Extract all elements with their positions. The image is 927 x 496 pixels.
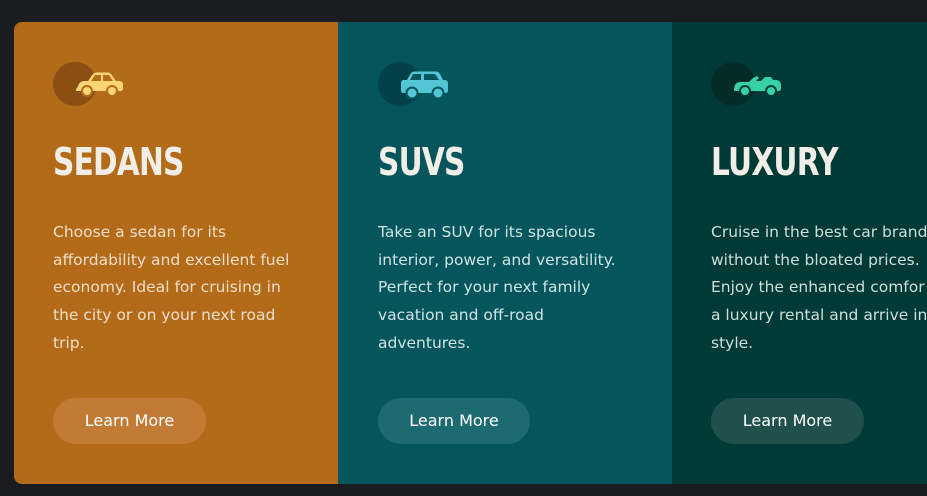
- card-title: LUXURY: [711, 140, 839, 184]
- card-title: SUVS: [378, 140, 465, 184]
- card-description-line: adventures.: [378, 333, 471, 352]
- sedans-card: SEDANS Choose a sedan for its affordabil…: [14, 22, 338, 484]
- card-description-line: Choose a sedan for its: [53, 223, 226, 241]
- suvs-learn-more-button[interactable]: Learn More: [378, 398, 530, 444]
- luxury-icon-badge: [711, 62, 783, 106]
- card-description-line: Cruise in the best car brand: [711, 223, 927, 241]
- card-description-line: interior, power, and versatility.: [378, 250, 616, 269]
- sedans-icon-badge: [53, 62, 125, 106]
- suv-car-icon: [401, 71, 448, 100]
- sedans-learn-more-button[interactable]: Learn More: [53, 398, 206, 444]
- card-description-line: without the bloated prices.: [711, 250, 920, 269]
- card-description-line: economy. Ideal for cruising in: [53, 278, 281, 297]
- card-description-line: the city or on your next road: [53, 306, 276, 325]
- card-description-line: affordability and excellent fuel: [53, 250, 290, 269]
- card-description-line: trip.: [53, 333, 85, 352]
- card-description: Cruise in the best car brand without the…: [711, 219, 927, 358]
- suvs-card: SUVS Take an SUV for its spacious interi…: [338, 22, 672, 484]
- luxury-car-icon: [734, 76, 781, 97]
- card-description-line: style.: [711, 333, 754, 352]
- card-description: Choose a sedan for its affordability and…: [53, 219, 289, 358]
- card-title: SEDANS: [53, 140, 184, 184]
- car-category-cards: SEDANS Choose a sedan for its affordabil…: [14, 22, 927, 484]
- suvs-icon-badge: [378, 62, 450, 106]
- card-description-line: Perfect for your next family: [378, 278, 591, 297]
- luxury-learn-more-button[interactable]: Learn More: [711, 398, 864, 444]
- card-description-line: Enjoy the enhanced comfor: [711, 278, 925, 297]
- card-description-line: vacation and off-road: [378, 306, 545, 325]
- sedan-car-icon: [75, 72, 123, 97]
- card-description-line: Take an SUV for its spacious: [378, 223, 596, 241]
- card-description-line: a luxury rental and arrive in: [711, 306, 927, 325]
- card-description: Take an SUV for its spacious interior, p…: [378, 219, 616, 358]
- luxury-card: LUXURY Cruise in the best car brand with…: [672, 22, 927, 484]
